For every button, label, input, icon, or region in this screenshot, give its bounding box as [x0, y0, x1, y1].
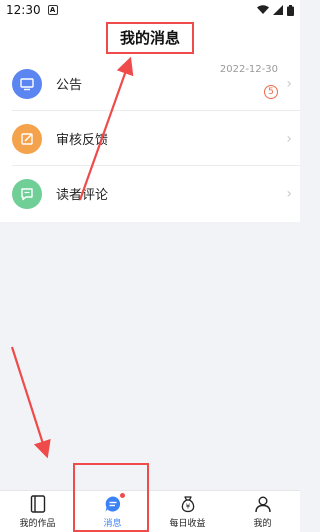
list-item-label: 审核反馈: [56, 133, 109, 148]
chevron-right-icon: ›: [286, 75, 292, 92]
comment-icon: [21, 187, 33, 200]
comment-avatar: [12, 178, 42, 209]
message-list: 公告 2022-12-30 5 › 审核反馈 › 读者评论 ›: [0, 56, 300, 222]
unread-count-badge: 5: [264, 85, 278, 99]
chevron-right-icon: ›: [286, 185, 292, 202]
annotation-arrow-down: [10, 346, 51, 459]
chevron-right-icon: ›: [286, 130, 292, 147]
person-icon: [254, 495, 272, 513]
book-icon: [29, 494, 47, 513]
monitor-icon: [20, 77, 34, 90]
status-bar: 12:30 A: [0, 0, 300, 20]
item-date: 2022-12-30: [219, 64, 278, 75]
review-avatar: [12, 123, 42, 154]
list-item-announcement[interactable]: 公告 2022-12-30 5 ›: [0, 56, 300, 111]
edit-icon: [21, 132, 33, 145]
header: 我的消息: [0, 20, 300, 56]
battery-icon: [287, 4, 294, 16]
notification-app-icon: A: [47, 5, 58, 15]
list-item-label: 公告: [56, 78, 83, 93]
nav-label: 我的: [253, 518, 272, 529]
status-right: [257, 4, 294, 16]
wifi-icon: [257, 5, 269, 14]
nav-label: 我的作品: [19, 518, 56, 529]
nav-label: 每日收益: [169, 518, 206, 529]
money-bag-icon: ¥: [179, 495, 197, 513]
status-left: 12:30 A: [6, 3, 58, 17]
item-meta: 2022-12-30 5: [220, 64, 278, 99]
list-item-reader-comments[interactable]: 读者评论 ›: [0, 166, 300, 221]
bottom-nav: 我的作品 消息 ¥ 每日收益 我的: [0, 490, 300, 532]
nav-item-my-works[interactable]: 我的作品: [0, 491, 75, 532]
nav-item-daily-earnings[interactable]: ¥ 每日收益: [150, 491, 225, 532]
signal-icon: [273, 5, 283, 15]
page-title: 我的消息: [105, 22, 194, 54]
announcement-avatar: [12, 68, 42, 99]
nav-item-me[interactable]: 我的: [225, 491, 300, 532]
annotation-highlight-box: [73, 463, 149, 532]
list-item-label: 读者评论: [56, 188, 109, 203]
status-time: 12:30: [6, 3, 41, 17]
list-item-review-feedback[interactable]: 审核反馈 ›: [0, 111, 300, 166]
svg-text:¥: ¥: [185, 502, 190, 510]
